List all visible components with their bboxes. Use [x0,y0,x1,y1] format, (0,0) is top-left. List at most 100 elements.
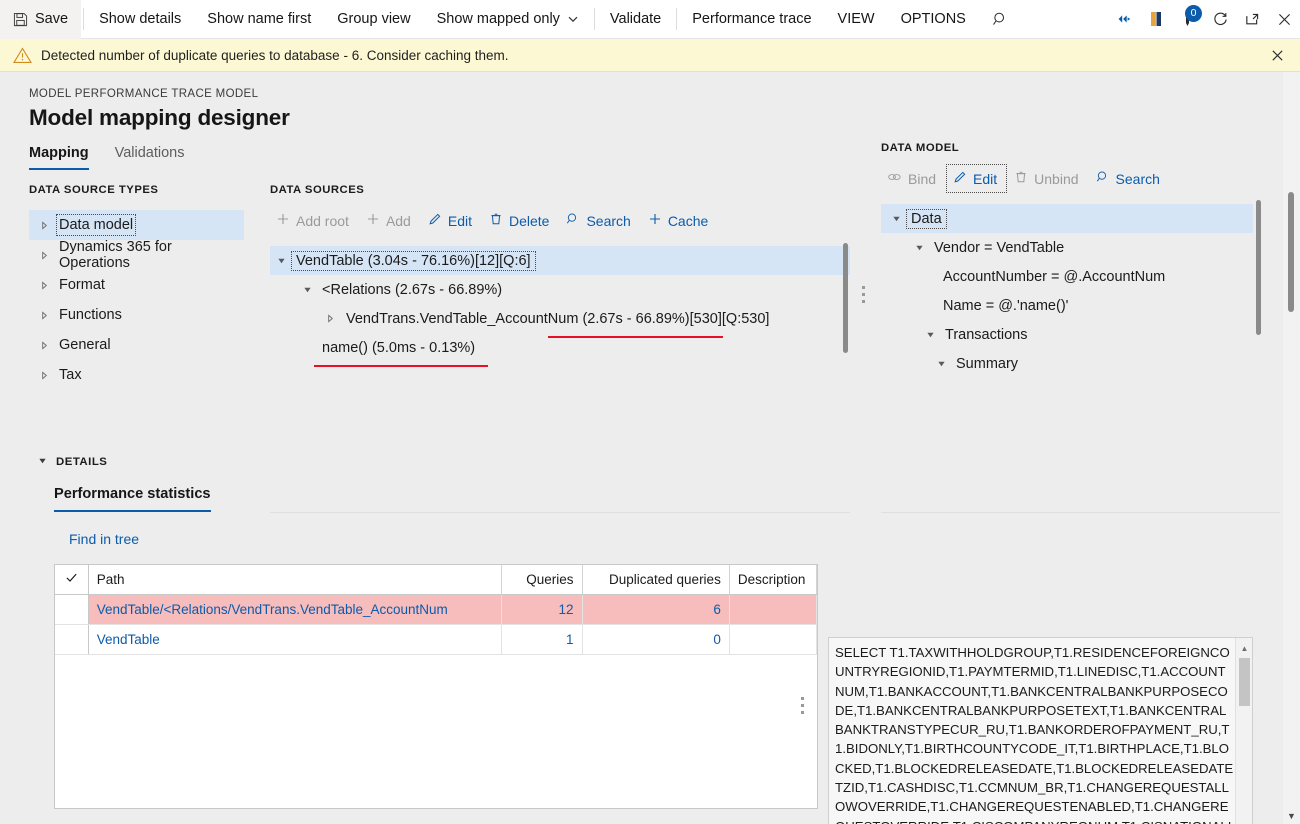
unbind-button[interactable]: Unbind [1008,165,1087,192]
data-model-scrollbar-thumb[interactable] [1256,200,1261,335]
sidebar-item-format[interactable]: Format [29,270,244,300]
group-view-button[interactable]: Group view [324,0,423,39]
sql-scrollbar-thumb[interactable] [1239,658,1250,706]
tab-mapping[interactable]: Mapping [29,145,89,170]
column-header-duplicated-queries[interactable]: Duplicated queries [582,565,729,594]
triangle-expanded-icon[interactable] [270,256,292,265]
pencil-icon [428,212,442,229]
message-bar-close-icon[interactable] [1264,39,1290,72]
search-icon[interactable] [979,0,1023,39]
performance-trace-label: Performance trace [692,11,811,27]
sidebar-item-functions[interactable]: Functions [29,300,244,330]
data-model-divider [881,512,1280,513]
tab-performance-statistics[interactable]: Performance statistics [54,486,211,512]
row-checkbox[interactable] [55,624,88,654]
data-source-type-label: Tax [59,367,82,383]
table-row[interactable]: VendTable 1 0 [55,624,817,654]
add-button[interactable]: Add [360,207,420,234]
sidebar-item-tax[interactable]: Tax [29,360,244,390]
tree-item-summary[interactable]: Summary [881,349,1281,378]
tree-item-vendtable[interactable]: VendTable (3.04s - 76.16%)[12][Q:6] [270,246,850,275]
find-in-tree-link[interactable]: Find in tree [69,531,139,547]
details-heading: DETAILS [56,456,107,468]
data-source-type-label: Dynamics 365 for Operations [59,239,244,271]
edit-data-model-button[interactable]: Edit [947,165,1006,192]
tree-item-vendor[interactable]: Vendor = VendTable [881,233,1281,262]
triangle-expanded-icon[interactable] [885,214,907,223]
close-icon[interactable] [1268,0,1300,39]
chevron-right-icon[interactable] [29,371,59,380]
performance-trace-button[interactable]: Performance trace [679,0,824,39]
chevron-right-icon[interactable] [29,251,59,260]
tree-item-vendtrans-vendtable-accountnum[interactable]: VendTrans.VendTable_AccountNum (2.67s - … [270,304,850,333]
chevron-right-icon[interactable] [29,311,59,320]
table-row[interactable]: VendTable/<Relations/VendTrans.VendTable… [55,594,817,624]
data-sources-splitter-handle[interactable] [862,286,865,307]
page-scrollbar[interactable]: ▼ [1283,72,1300,824]
show-name-first-label: Show name first [207,11,311,27]
warning-icon [13,47,32,64]
chevron-right-icon[interactable] [29,221,59,230]
tree-item-data[interactable]: Data [881,204,1253,233]
column-header-description[interactable]: Description [729,565,816,594]
annotation-icon[interactable]: 0 [1172,0,1204,39]
page-scroll-down-arrow-icon[interactable]: ▼ [1283,811,1300,821]
link-share-icon[interactable] [1108,0,1140,39]
scroll-up-arrow-icon[interactable]: ▲ [1236,640,1253,657]
data-sources-scrollbar-thumb[interactable] [843,243,848,353]
tab-validations[interactable]: Validations [115,145,185,170]
tree-item-label: name() (5.0ms - 0.13%) [318,339,479,357]
details-section-header[interactable]: DETAILS [38,456,107,468]
bind-button[interactable]: Bind [881,165,945,192]
select-all-checkbox-header[interactable] [55,565,88,594]
column-header-queries[interactable]: Queries [501,565,582,594]
search-icon [566,212,580,229]
column-header-path[interactable]: Path [88,565,501,594]
tree-item-accountnumber[interactable]: AccountNumber = @.AccountNum [881,262,1281,291]
popout-icon[interactable] [1236,0,1268,39]
triangle-expanded-icon[interactable] [908,243,930,252]
tree-item-label: Transactions [941,326,1031,344]
validate-button[interactable]: Validate [597,0,674,39]
search-data-source-button[interactable]: Search [560,207,639,234]
cache-button[interactable]: Cache [642,207,717,234]
options-menu[interactable]: OPTIONS [888,0,979,39]
cell-path[interactable]: VendTable/<Relations/VendTrans.VendTable… [88,594,501,624]
triangle-expanded-icon[interactable] [930,359,952,368]
search-label: Search [586,213,630,229]
row-checkbox[interactable] [55,594,88,624]
chevron-right-icon[interactable] [29,281,59,290]
sidebar-item-dynamics-365-for-operations[interactable]: Dynamics 365 for Operations [29,240,244,270]
show-name-first-button[interactable]: Show name first [194,0,324,39]
delete-data-source-button[interactable]: Delete [483,207,558,234]
sidebar-item-data-model[interactable]: Data model [29,210,244,240]
triangle-expanded-icon[interactable] [296,285,318,294]
show-mapped-only-menu[interactable]: Show mapped only [424,0,592,39]
save-button[interactable]: Save [0,0,81,39]
add-label: Add [386,213,411,229]
search-data-model-button[interactable]: Search [1090,165,1169,192]
cell-path[interactable]: VendTable [88,624,501,654]
view-menu[interactable]: VIEW [825,0,888,39]
details-splitter-handle[interactable] [801,697,804,718]
cell-queries: 12 [501,594,582,624]
add-root-button[interactable]: Add root [270,207,358,234]
edit-data-source-button[interactable]: Edit [422,207,481,234]
search-icon [1096,170,1110,187]
show-details-button[interactable]: Show details [86,0,194,39]
tree-item-name[interactable]: Name = @.'name()' [881,291,1281,320]
page-scrollbar-thumb[interactable] [1288,192,1294,312]
sql-scrollbar[interactable]: ▲ ▼ [1235,638,1252,824]
sql-text: SELECT T1.TAXWITHHOLDGROUP,T1.RESIDENCEF… [835,643,1235,824]
data-source-types-list: Data model Dynamics 365 for Operations F… [29,210,244,390]
tree-item-relations[interactable]: <Relations (2.67s - 66.89%) [270,275,850,304]
book-icon[interactable] [1140,0,1172,39]
chevron-right-icon[interactable] [318,314,342,323]
sidebar-item-general[interactable]: General [29,330,244,360]
cell-description [729,624,816,654]
data-model-toolbar: Bind Edit Unbind [881,165,1281,192]
triangle-expanded-icon[interactable] [919,330,941,339]
chevron-right-icon[interactable] [29,341,59,350]
tree-item-transactions[interactable]: Transactions [881,320,1281,349]
refresh-icon[interactable] [1204,0,1236,39]
